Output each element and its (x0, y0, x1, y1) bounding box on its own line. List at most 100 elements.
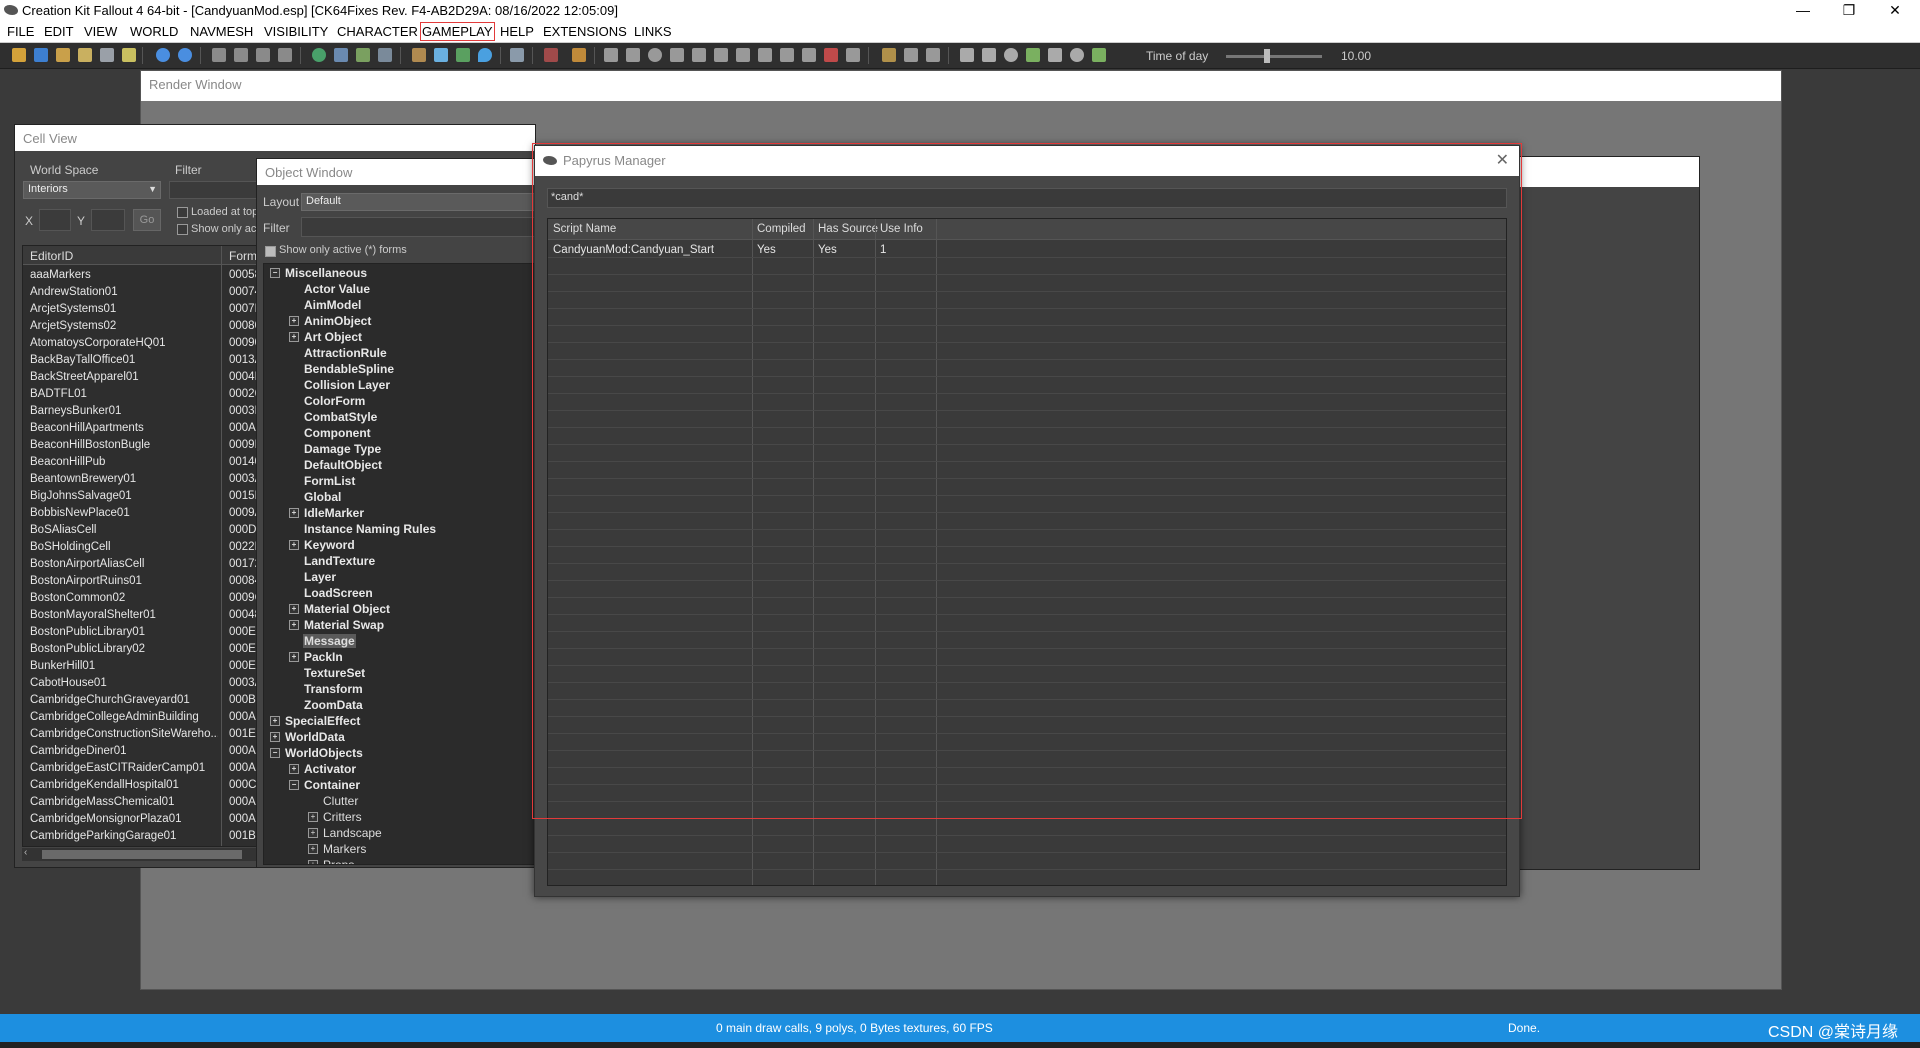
landscape-edit-icon[interactable] (334, 48, 348, 62)
table-row[interactable]: CambridgeMonsignorPlaza01 000A60 (23, 811, 273, 828)
cloud-icon[interactable] (434, 48, 448, 62)
box-icon[interactable] (982, 48, 996, 62)
layers-icon[interactable] (122, 48, 136, 62)
preferences-icon[interactable] (78, 48, 92, 62)
object-tree[interactable]: − Miscellaneous Actor Value AimModel + AnimOb… (263, 263, 541, 865)
tools-icon[interactable] (100, 48, 114, 62)
background-window[interactable] (1500, 156, 1700, 870)
p-marker-icon[interactable] (780, 48, 794, 62)
script-table[interactable]: Script Name Compiled Has Source Use Info… (547, 218, 1507, 886)
table-row[interactable]: BostonPublicLibrary02 000EB9 (23, 641, 273, 658)
menu-gameplay[interactable]: GAMEPLAY (420, 22, 495, 41)
expand-icon[interactable]: + (289, 508, 299, 518)
room-icon[interactable] (714, 48, 728, 62)
expand-icon[interactable]: + (289, 540, 299, 550)
snap-angle-icon[interactable] (234, 48, 248, 62)
expand-icon[interactable]: + (289, 764, 299, 774)
open-folder-icon[interactable] (12, 48, 26, 62)
table-row[interactable]: BackStreetApparel01 0004E6 (23, 369, 273, 386)
expand-icon[interactable]: + (308, 828, 318, 838)
table-row[interactable]: CabotHouse01 0003A3 (23, 675, 273, 692)
export-icon[interactable] (1092, 48, 1106, 62)
stack-icon[interactable] (926, 48, 940, 62)
table-row[interactable]: CambridgeMassChemical01 000A3A (23, 794, 273, 811)
maximize-button[interactable]: ❐ (1826, 0, 1872, 22)
expand-icon[interactable]: + (289, 620, 299, 630)
object-palette-icon[interactable] (356, 48, 370, 62)
table-row[interactable]: aaaMarkers 000589 (23, 267, 273, 284)
menu-file[interactable]: FILE (7, 24, 34, 39)
light-mode-icon[interactable] (378, 48, 392, 62)
table-row[interactable]: BeantownBrewery01 0003A3 (23, 471, 273, 488)
x-coordinate-input[interactable] (39, 209, 71, 231)
table-row[interactable]: BostonPublicLibrary01 000EB8 (23, 624, 273, 641)
redo-icon[interactable] (178, 48, 192, 62)
column-header-use-info[interactable]: Use Info (880, 223, 923, 235)
column-header-script-name[interactable]: Script Name (553, 223, 616, 235)
menu-edit[interactable]: EDIT (44, 24, 74, 39)
table-row[interactable]: BackBayTallOffice01 0013A5 (23, 352, 273, 369)
table-row[interactable]: CambridgeKendallHospital01 000CF1 (23, 777, 273, 794)
table-row[interactable]: BoSAliasCell 000D10 (23, 522, 273, 539)
table-row[interactable]: BeaconHillBostonBugle 0009D3 (23, 437, 273, 454)
render-window-title-bar[interactable]: Render Window (141, 71, 1781, 101)
layout-select[interactable]: Default (301, 193, 535, 211)
wind-icon[interactable] (1070, 48, 1084, 62)
menu-character[interactable]: CHARACTER (337, 24, 418, 39)
expand-icon[interactable]: + (270, 716, 280, 726)
scrollbar-thumb[interactable] (42, 850, 242, 859)
table-row[interactable]: ArcjetSystems01 0007E2 (23, 301, 273, 318)
y-coordinate-input[interactable] (91, 209, 125, 231)
q-marker-icon[interactable] (802, 48, 816, 62)
cube-wire-icon[interactable] (626, 48, 640, 62)
minimize-button[interactable]: — (1780, 0, 1826, 22)
table-row[interactable]: BunkerHill01 000EC1 (23, 658, 273, 675)
collapse-icon[interactable]: − (270, 748, 280, 758)
table-row[interactable]: CambridgeEastCITRaiderCamp01 000A60 (23, 760, 273, 777)
table-row[interactable]: BostonMayoralShelter01 00048D (23, 607, 273, 624)
table-row[interactable]: CambridgeCollegeAdminBuilding 000A3A (23, 709, 273, 726)
table-row[interactable]: BobbisNewPlace01 0009AE (23, 505, 273, 522)
expand-icon[interactable]: + (270, 732, 280, 742)
expand-icon[interactable]: + (289, 316, 299, 326)
menu-world[interactable]: WORLD (130, 24, 178, 39)
sphere-icon[interactable] (648, 48, 662, 62)
world-space-select[interactable]: Interiors ▼ (23, 181, 161, 199)
save-icon[interactable] (34, 48, 48, 62)
sun-icon[interactable] (412, 48, 426, 62)
brush-icon[interactable] (882, 48, 896, 62)
menu-view[interactable]: VIEW (84, 24, 117, 39)
red-marker-icon[interactable] (824, 48, 838, 62)
table-row[interactable]: CambridgeChurchGraveyard01 000BE1 (23, 692, 273, 709)
occlusion-icon[interactable] (736, 48, 750, 62)
collapse-icon[interactable]: − (289, 780, 299, 790)
table-row[interactable]: CambridgeConstructionSiteWareho... 001E1A (23, 726, 273, 743)
tree-icon[interactable] (456, 48, 470, 62)
chat-icon[interactable] (510, 48, 524, 62)
table-row[interactable]: BoSHoldingCell 0022B5 (23, 539, 273, 556)
menu-visibility[interactable]: VISIBILITY (264, 24, 328, 39)
havok-icon[interactable] (572, 48, 586, 62)
menu-extensions[interactable]: EXTENSIONS (543, 24, 627, 39)
column-header-editorid[interactable]: EditorID (30, 249, 73, 263)
table-row[interactable]: BADTFL01 000268 (23, 386, 273, 403)
table-row[interactable]: AndrewStation01 00074D (23, 284, 273, 301)
c-marker-icon[interactable] (960, 48, 974, 62)
snap-navmesh-icon[interactable] (278, 48, 292, 62)
table-row[interactable]: AtomatoysCorporateHQ01 000908 (23, 335, 273, 352)
cube-icon[interactable] (604, 48, 618, 62)
cell-view-title-bar[interactable]: Cell View (15, 125, 535, 151)
link-icon[interactable] (846, 48, 860, 62)
show-only-active-cells-checkbox[interactable] (177, 224, 188, 235)
table-row[interactable]: BarneysBunker01 0003FA (23, 403, 273, 420)
collapse-icon[interactable]: − (270, 268, 280, 278)
expand-icon[interactable]: + (308, 860, 318, 864)
snap-reference-icon[interactable] (256, 48, 270, 62)
table-row[interactable]: CambridgeParkingGarage01 001BD0 (23, 828, 273, 845)
go-button[interactable]: Go (133, 209, 161, 231)
cylinder-icon[interactable] (670, 48, 684, 62)
loaded-at-top-checkbox[interactable] (177, 207, 188, 218)
globe-icon[interactable] (312, 48, 326, 62)
water-drop-icon[interactable] (478, 48, 492, 62)
table-row[interactable]: BostonAirportAliasCell 001722 (23, 556, 273, 573)
